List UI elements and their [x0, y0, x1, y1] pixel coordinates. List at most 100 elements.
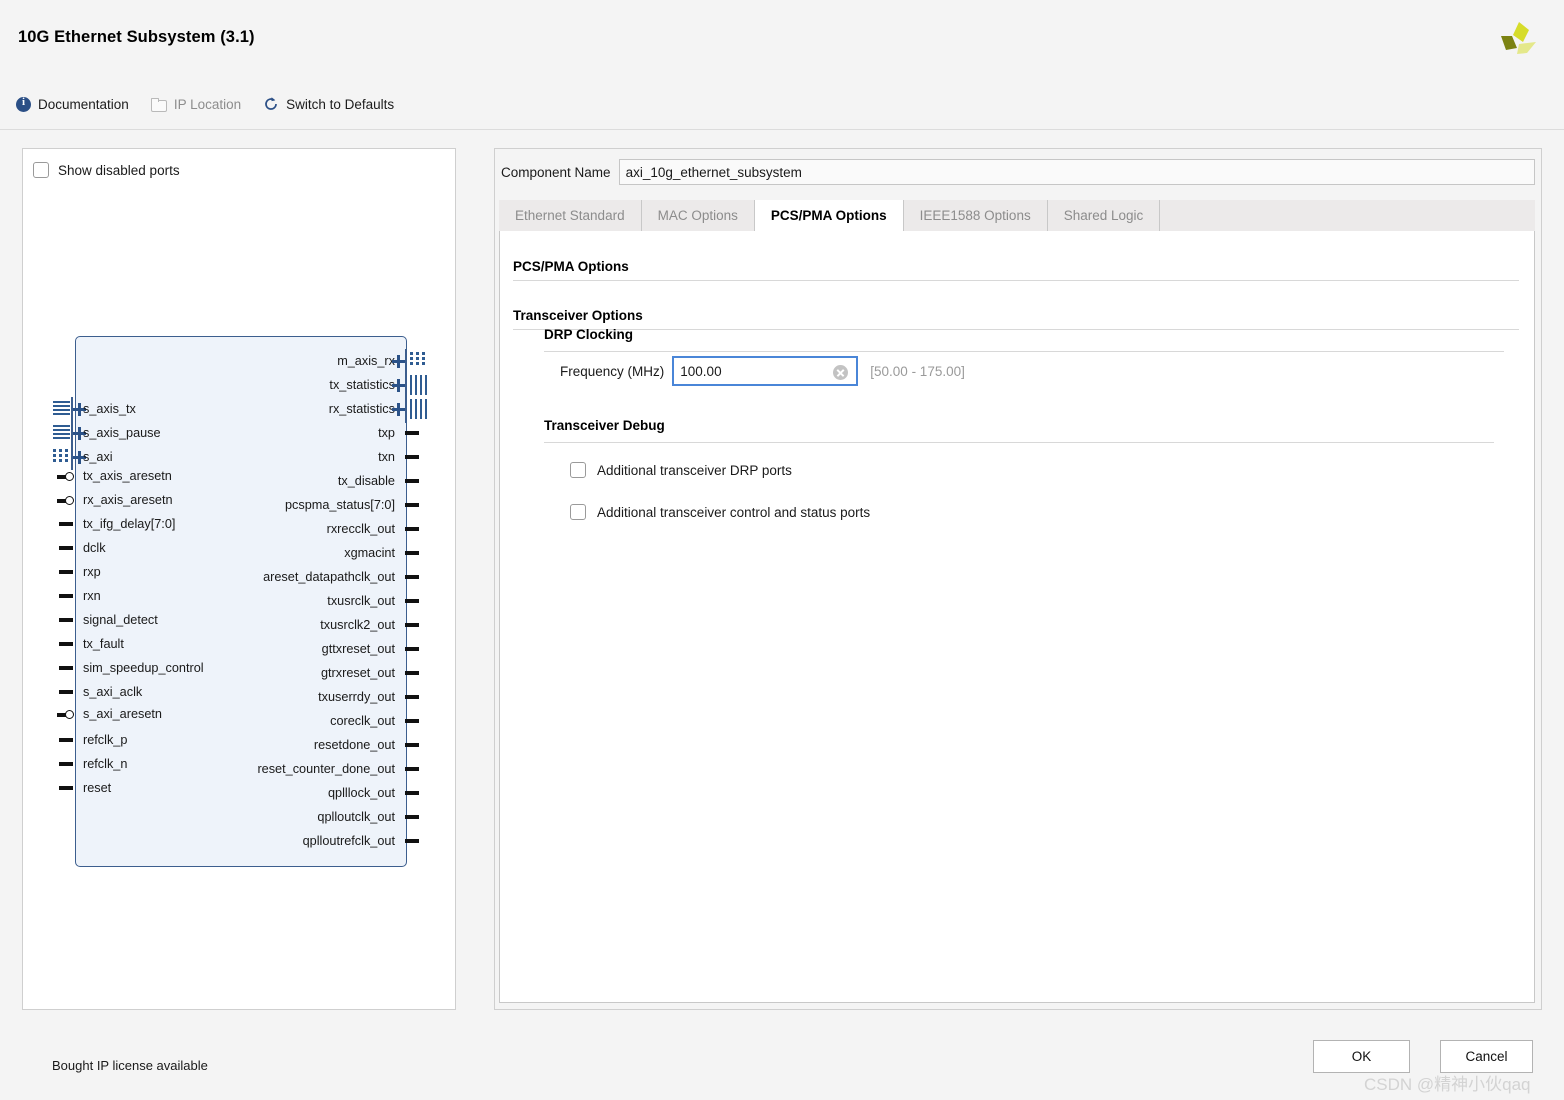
port-label-signal-detect: signal_detect: [83, 612, 158, 628]
section-heading-transceiver-debug: Transceiver Debug: [544, 418, 665, 433]
section-heading-pcs-pma: PCS/PMA Options: [513, 259, 629, 274]
port-label-reset-counter-done-out: reset_counter_done_out: [257, 761, 395, 777]
folder-icon: [151, 98, 167, 111]
port-label-rxrecclk-out: rxrecclk_out: [327, 521, 395, 537]
pin-resetdone-out: [405, 743, 419, 747]
expand-icon-rx-statistics[interactable]: [392, 403, 405, 416]
component-name-input[interactable]: axi_10g_ethernet_subsystem: [619, 159, 1535, 185]
pin-pcspma-status: [405, 503, 419, 507]
port-label-m-axis-rx: m_axis_rx: [337, 353, 395, 369]
section-divider-1: [513, 280, 1519, 281]
block-diagram: s_axis_tx s_axis_pause s_axi tx_axis_are…: [23, 149, 455, 1009]
bus-connector-s-axi: [53, 449, 70, 467]
toolbar-label-ip-location: IP Location: [174, 97, 241, 112]
pin-xgmacint: [405, 551, 419, 555]
checkbox-additional-drp-ports[interactable]: [570, 462, 586, 478]
tab-ieee1588-options[interactable]: IEEE1588 Options: [904, 200, 1048, 231]
pin-qplloutclk-out: [405, 815, 419, 819]
port-label-tx-axis-aresetn: tx_axis_aresetn: [83, 468, 172, 484]
port-label-tx-ifg-delay: tx_ifg_delay[7:0]: [83, 516, 175, 532]
ok-button[interactable]: OK: [1313, 1040, 1410, 1073]
port-label-pcspma-status: pcspma_status[7:0]: [285, 497, 395, 513]
port-label-xgmacint: xgmacint: [344, 545, 395, 561]
pin-qplllock-out: [405, 791, 419, 795]
toolbar-label-switch-to-defaults: Switch to Defaults: [286, 97, 394, 112]
pin-qplloutrefclk-out: [405, 839, 419, 843]
pin-tx-ifg-delay: [59, 522, 73, 526]
cancel-button[interactable]: Cancel: [1440, 1040, 1533, 1073]
toolbar-item-ip-location[interactable]: IP Location: [151, 93, 241, 115]
tab-ethernet-standard[interactable]: Ethernet Standard: [499, 200, 642, 231]
port-label-rx-statistics: rx_statistics: [329, 401, 395, 417]
component-name-label: Component Name: [501, 165, 611, 180]
pin-refclk-n: [59, 762, 73, 766]
component-name-value: axi_10g_ethernet_subsystem: [626, 165, 802, 180]
port-label-refclk-p: refclk_p: [83, 732, 127, 748]
section-divider-4: [544, 442, 1494, 443]
tab-content-pcs-pma: PCS/PMA Options Transceiver Options DRP …: [499, 231, 1535, 1003]
port-label-txusrclk2-out: txusrclk2_out: [320, 617, 395, 633]
pin-signal-detect: [59, 618, 73, 622]
toolbar: Documentation IP Location Switch to Defa…: [16, 92, 394, 116]
toolbar-item-documentation[interactable]: Documentation: [16, 93, 129, 115]
bus-connector-s-axis-tx: [53, 401, 70, 419]
checkbox-additional-control-status-ports[interactable]: [570, 504, 586, 520]
pin-txuserrdy-out: [405, 695, 419, 699]
pin-tx-fault: [59, 642, 73, 646]
port-label-s-axis-tx: s_axis_tx: [83, 401, 136, 417]
pin-txusrclk2-out: [405, 623, 419, 627]
section-divider-3: [544, 351, 1504, 352]
port-label-areset-datapathclk-out: areset_datapathclk_out: [263, 569, 395, 585]
watermark: CSDN @精神小伙qaq: [1364, 1070, 1531, 1095]
pin-areset-datapathclk-out: [405, 575, 419, 579]
port-label-rxn: rxn: [83, 588, 101, 604]
expand-icon-tx-statistics[interactable]: [392, 379, 405, 392]
port-label-txp: txp: [378, 425, 395, 441]
section-heading-drp-clocking: DRP Clocking: [544, 327, 633, 342]
port-label-txn: txn: [378, 449, 395, 465]
tab-bar: Ethernet Standard MAC Options PCS/PMA Op…: [499, 200, 1535, 232]
port-label-coreclk-out: coreclk_out: [330, 713, 395, 729]
clear-circle-icon[interactable]: [833, 365, 848, 380]
pin-gtrxreset-out: [405, 671, 419, 675]
pin-txp: [405, 431, 419, 435]
frequency-label: Frequency (MHz): [560, 364, 664, 379]
header-divider: [0, 129, 1564, 130]
port-label-rx-axis-aresetn: rx_axis_aresetn: [83, 492, 173, 508]
pin-inverted-rx-axis-aresetn: [57, 496, 75, 506]
pin-dclk: [59, 546, 73, 550]
pin-rxrecclk-out: [405, 527, 419, 531]
pin-rxn: [59, 594, 73, 598]
section-heading-transceiver-options: Transceiver Options: [513, 308, 643, 323]
port-label-tx-statistics: tx_statistics: [329, 377, 395, 393]
pin-s-axi-aclk: [59, 690, 73, 694]
port-label-dclk: dclk: [83, 540, 106, 556]
checkbox-row-control-status-ports[interactable]: Additional transceiver control and statu…: [570, 504, 870, 520]
port-label-qplloutrefclk-out: qplloutrefclk_out: [303, 833, 395, 849]
tab-mac-options[interactable]: MAC Options: [642, 200, 755, 231]
frequency-input[interactable]: 100.00: [672, 356, 858, 386]
expand-icon-m-axis-rx[interactable]: [392, 355, 405, 368]
pin-inverted-s-axi-aresetn: [57, 710, 75, 720]
tab-shared-logic[interactable]: Shared Logic: [1048, 200, 1161, 231]
port-label-gttxreset-out: gttxreset_out: [322, 641, 395, 657]
port-label-s-axi-aclk: s_axi_aclk: [83, 684, 142, 700]
checkbox-row-drp-ports[interactable]: Additional transceiver DRP ports: [570, 462, 792, 478]
tab-pcs-pma-options[interactable]: PCS/PMA Options: [755, 200, 904, 232]
toolbar-item-switch-to-defaults[interactable]: Switch to Defaults: [263, 93, 394, 115]
pin-txusrclk-out: [405, 599, 419, 603]
right-bus-spine: [405, 349, 407, 423]
port-label-reset: reset: [83, 780, 111, 796]
frequency-row: Frequency (MHz) 100.00 [50.00 - 175.00]: [560, 356, 965, 386]
checkbox-label-additional-control-status-ports: Additional transceiver control and statu…: [597, 505, 870, 520]
page-title: 10G Ethernet Subsystem (3.1): [18, 28, 255, 47]
window-header: 10G Ethernet Subsystem (3.1) Documentati…: [0, 0, 1564, 130]
pin-rxp: [59, 570, 73, 574]
xilinx-logo: [1496, 18, 1542, 64]
bus-connector-s-axis-pause: [53, 425, 70, 443]
port-label-s-axi: s_axi: [83, 449, 113, 465]
bus-connector-tx-statistics: [410, 375, 427, 395]
pin-tx-disable: [405, 479, 419, 483]
checkbox-label-additional-drp-ports: Additional transceiver DRP ports: [597, 463, 792, 478]
pin-coreclk-out: [405, 719, 419, 723]
